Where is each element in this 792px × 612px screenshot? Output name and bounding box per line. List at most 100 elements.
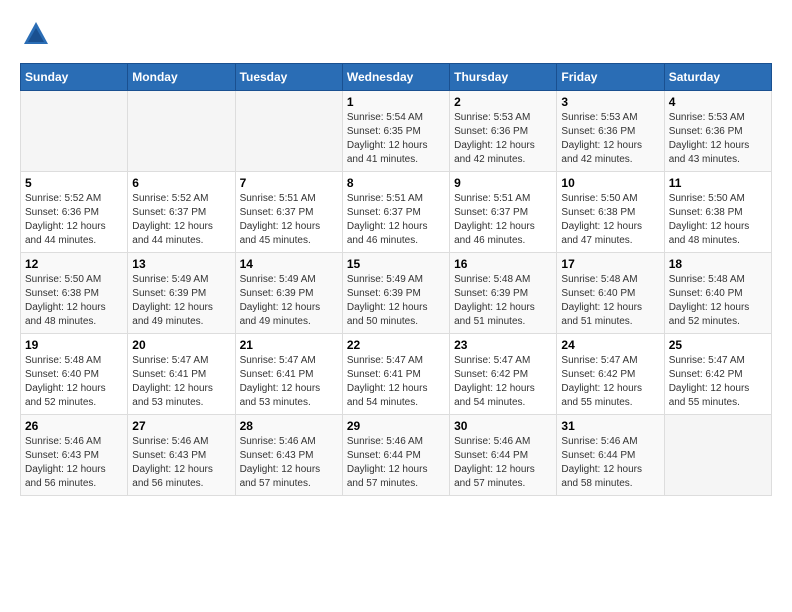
calendar-cell: 21Sunrise: 5:47 AM Sunset: 6:41 PM Dayli… xyxy=(235,334,342,415)
day-number: 8 xyxy=(347,176,445,190)
column-header-monday: Monday xyxy=(128,64,235,91)
day-number: 1 xyxy=(347,95,445,109)
day-info: Sunrise: 5:50 AM Sunset: 6:38 PM Dayligh… xyxy=(561,192,659,248)
day-info: Sunrise: 5:49 AM Sunset: 6:39 PM Dayligh… xyxy=(240,273,338,329)
calendar-cell: 25 Sunrise: 5:47 AM Sunset: 6:42 PM Dayli… xyxy=(664,334,771,415)
calendar-cell: 5 Sunrise: 5:52 AM Sunset: 6:36 PM Daylig… xyxy=(21,172,128,253)
day-number: 10 xyxy=(561,176,659,190)
day-number: 25 xyxy=(669,338,767,352)
day-info: Sunrise: 5:54 AM Sunset: 6:35 PM Dayligh… xyxy=(347,111,445,167)
column-header-saturday: Saturday xyxy=(664,64,771,91)
calendar-cell: 30 Sunrise: 5:46 AM Sunset: 6:44 PM Dayli… xyxy=(450,415,557,496)
day-number: 19 xyxy=(25,338,123,352)
column-header-tuesday: Tuesday xyxy=(235,64,342,91)
calendar-cell: 4 Sunrise: 5:53 AM Sunset: 6:36 PM Daylig… xyxy=(664,91,771,172)
day-number: 2 xyxy=(454,95,552,109)
day-info: Sunrise: 5:49 AM Sunset: 6:39 PM Dayligh… xyxy=(132,273,230,329)
calendar-cell: 28 Sunrise: 5:46 AM Sunset: 6:43 PM Dayli… xyxy=(235,415,342,496)
calendar-cell: 19Sunrise: 5:48 AM Sunset: 6:40 PM Dayli… xyxy=(21,334,128,415)
column-header-sunday: Sunday xyxy=(21,64,128,91)
calendar-cell: 10 Sunrise: 5:50 AM Sunset: 6:38 PM Dayli… xyxy=(557,172,664,253)
day-number: 31 xyxy=(561,419,659,433)
page-header xyxy=(20,20,772,53)
day-info: Sunrise: 5:47 AM Sunset: 6:42 PM Dayligh… xyxy=(454,354,552,410)
day-number: 4 xyxy=(669,95,767,109)
day-number: 28 xyxy=(240,419,338,433)
day-number: 11 xyxy=(669,176,767,190)
calendar-week-row: 19Sunrise: 5:48 AM Sunset: 6:40 PM Dayli… xyxy=(21,334,772,415)
day-info: Sunrise: 5:48 AM Sunset: 6:40 PM Dayligh… xyxy=(561,273,659,329)
day-info: Sunrise: 5:52 AM Sunset: 6:36 PM Dayligh… xyxy=(25,192,123,248)
day-number: 30 xyxy=(454,419,552,433)
day-info: Sunrise: 5:50 AM Sunset: 6:38 PM Dayligh… xyxy=(25,273,123,329)
column-header-thursday: Thursday xyxy=(450,64,557,91)
day-info: Sunrise: 5:51 AM Sunset: 6:37 PM Dayligh… xyxy=(240,192,338,248)
day-info: Sunrise: 5:51 AM Sunset: 6:37 PM Dayligh… xyxy=(454,192,552,248)
calendar-week-row: 1 Sunrise: 5:54 AM Sunset: 6:35 PM Daylig… xyxy=(21,91,772,172)
day-number: 18 xyxy=(669,257,767,271)
day-number: 5 xyxy=(25,176,123,190)
calendar-cell: 26 Sunrise: 5:46 AM Sunset: 6:43 PM Dayli… xyxy=(21,415,128,496)
day-number: 13 xyxy=(132,257,230,271)
day-number: 22 xyxy=(347,338,445,352)
calendar-cell xyxy=(664,415,771,496)
day-info: Sunrise: 5:46 AM Sunset: 6:44 PM Dayligh… xyxy=(561,435,659,491)
calendar-cell: 12 Sunrise: 5:50 AM Sunset: 6:38 PM Dayli… xyxy=(21,253,128,334)
calendar-week-row: 12 Sunrise: 5:50 AM Sunset: 6:38 PM Dayli… xyxy=(21,253,772,334)
day-number: 15 xyxy=(347,257,445,271)
day-info: Sunrise: 5:49 AM Sunset: 6:39 PM Dayligh… xyxy=(347,273,445,329)
calendar-week-row: 26 Sunrise: 5:46 AM Sunset: 6:43 PM Dayli… xyxy=(21,415,772,496)
day-info: Sunrise: 5:47 AM Sunset: 6:41 PM Dayligh… xyxy=(240,354,338,410)
day-info: Sunrise: 5:53 AM Sunset: 6:36 PM Dayligh… xyxy=(454,111,552,167)
column-header-friday: Friday xyxy=(557,64,664,91)
day-info: Sunrise: 5:46 AM Sunset: 6:43 PM Dayligh… xyxy=(240,435,338,491)
day-info: Sunrise: 5:52 AM Sunset: 6:37 PM Dayligh… xyxy=(132,192,230,248)
day-info: Sunrise: 5:53 AM Sunset: 6:36 PM Dayligh… xyxy=(561,111,659,167)
day-number: 26 xyxy=(25,419,123,433)
day-number: 6 xyxy=(132,176,230,190)
calendar-cell xyxy=(128,91,235,172)
calendar-cell: 13 Sunrise: 5:49 AM Sunset: 6:39 PM Dayli… xyxy=(128,253,235,334)
day-info: Sunrise: 5:46 AM Sunset: 6:43 PM Dayligh… xyxy=(25,435,123,491)
day-info: Sunrise: 5:48 AM Sunset: 6:39 PM Dayligh… xyxy=(454,273,552,329)
calendar-cell: 6 Sunrise: 5:52 AM Sunset: 6:37 PM Daylig… xyxy=(128,172,235,253)
calendar-cell: 15 Sunrise: 5:49 AM Sunset: 6:39 PM Dayli… xyxy=(342,253,449,334)
day-info: Sunrise: 5:46 AM Sunset: 6:44 PM Dayligh… xyxy=(454,435,552,491)
calendar-cell: 8Sunrise: 5:51 AM Sunset: 6:37 PM Daylig… xyxy=(342,172,449,253)
calendar-cell: 22Sunrise: 5:47 AM Sunset: 6:41 PM Dayli… xyxy=(342,334,449,415)
calendar-cell: 20Sunrise: 5:47 AM Sunset: 6:41 PM Dayli… xyxy=(128,334,235,415)
calendar-cell: 18Sunrise: 5:48 AM Sunset: 6:40 PM Dayli… xyxy=(664,253,771,334)
day-number: 7 xyxy=(240,176,338,190)
calendar-cell: 16 Sunrise: 5:48 AM Sunset: 6:39 PM Dayli… xyxy=(450,253,557,334)
day-number: 24 xyxy=(561,338,659,352)
calendar-cell xyxy=(21,91,128,172)
day-info: Sunrise: 5:50 AM Sunset: 6:38 PM Dayligh… xyxy=(669,192,767,248)
day-info: Sunrise: 5:47 AM Sunset: 6:42 PM Dayligh… xyxy=(561,354,659,410)
calendar-cell: 2 Sunrise: 5:53 AM Sunset: 6:36 PM Daylig… xyxy=(450,91,557,172)
calendar-table: SundayMondayTuesdayWednesdayThursdayFrid… xyxy=(20,63,772,496)
calendar-cell: 3 Sunrise: 5:53 AM Sunset: 6:36 PM Daylig… xyxy=(557,91,664,172)
day-number: 29 xyxy=(347,419,445,433)
logo xyxy=(20,20,50,53)
day-number: 9 xyxy=(454,176,552,190)
day-info: Sunrise: 5:46 AM Sunset: 6:44 PM Dayligh… xyxy=(347,435,445,491)
day-number: 16 xyxy=(454,257,552,271)
day-number: 20 xyxy=(132,338,230,352)
day-number: 3 xyxy=(561,95,659,109)
day-info: Sunrise: 5:46 AM Sunset: 6:43 PM Dayligh… xyxy=(132,435,230,491)
day-number: 23 xyxy=(454,338,552,352)
calendar-cell: 27 Sunrise: 5:46 AM Sunset: 6:43 PM Dayli… xyxy=(128,415,235,496)
calendar-cell: 23 Sunrise: 5:47 AM Sunset: 6:42 PM Dayli… xyxy=(450,334,557,415)
calendar-cell: 7 Sunrise: 5:51 AM Sunset: 6:37 PM Daylig… xyxy=(235,172,342,253)
calendar-cell: 11 Sunrise: 5:50 AM Sunset: 6:38 PM Dayli… xyxy=(664,172,771,253)
calendar-cell: 31 Sunrise: 5:46 AM Sunset: 6:44 PM Dayli… xyxy=(557,415,664,496)
day-number: 14 xyxy=(240,257,338,271)
column-header-wednesday: Wednesday xyxy=(342,64,449,91)
day-number: 27 xyxy=(132,419,230,433)
day-info: Sunrise: 5:53 AM Sunset: 6:36 PM Dayligh… xyxy=(669,111,767,167)
calendar-cell: 17 Sunrise: 5:48 AM Sunset: 6:40 PM Dayli… xyxy=(557,253,664,334)
calendar-cell: 1 Sunrise: 5:54 AM Sunset: 6:35 PM Daylig… xyxy=(342,91,449,172)
day-info: Sunrise: 5:47 AM Sunset: 6:42 PM Dayligh… xyxy=(669,354,767,410)
day-number: 12 xyxy=(25,257,123,271)
day-number: 17 xyxy=(561,257,659,271)
